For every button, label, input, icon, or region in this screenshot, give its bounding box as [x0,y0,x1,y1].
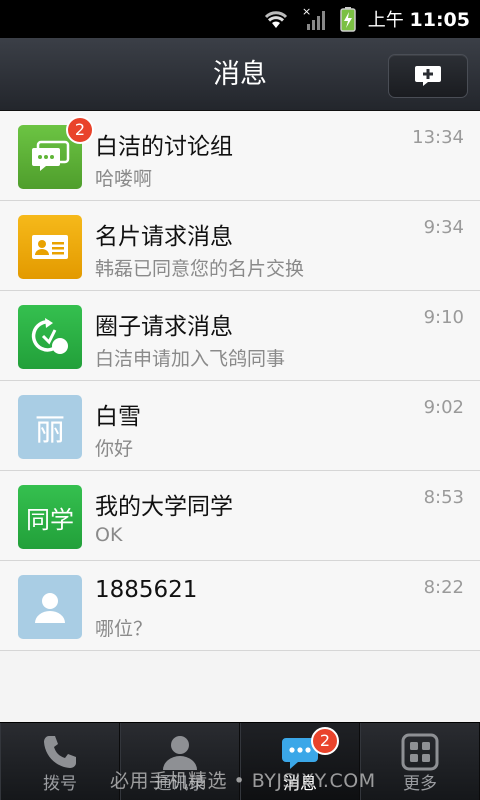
avatar-text: 同学 [26,505,74,534]
unread-badge: 2 [311,727,339,755]
conversation-preview: 韩磊已同意您的名片交换 [95,258,305,280]
tab-dialer[interactable]: 拨号 [0,723,120,800]
battery-charging-icon [340,7,356,32]
avatar [18,305,82,369]
conversation-preview: OK [95,524,123,546]
tab-label: 更多 [403,774,437,794]
bottom-tab-bar: 拨号 通讯录 2 消息 更多 [0,722,480,800]
tab-label: 消息 [283,774,317,794]
contacts-icon [163,736,197,770]
conversation-preview: 哈喽啊 [95,168,153,190]
conversation-row[interactable]: 圈子请求消息 白洁申请加入飞鸽同事 9:10 [0,291,480,381]
conversation-time: 8:22 [423,577,464,598]
conversation-time: 9:10 [423,307,464,328]
more-grid-icon [401,733,439,771]
conversation-name: 白洁的讨论组 [95,134,233,160]
tab-label: 通讯录 [154,774,206,794]
conversation-name: 1885621 [95,577,198,603]
tab-label: 拨号 [43,774,77,794]
conversation-row[interactable]: 1885621 哪位？ 8:22 [0,561,480,651]
avatar: 丽 [18,395,82,459]
conversation-name: 圈子请求消息 [95,314,233,340]
circle-request-icon [31,318,68,354]
conversation-preview: 哪位？ [95,618,153,640]
svg-text:×: × [302,6,311,18]
conversation-preview: 白洁申请加入飞鸽同事 [95,348,286,370]
conversation-time: 9:34 [423,217,464,238]
avatar-text: 丽 [35,413,65,448]
unread-badge: 2 [66,116,94,144]
avatar [18,575,82,639]
conversation-name: 白雪 [95,404,141,430]
list-empty-area [0,651,480,722]
discussion-group-icon [32,140,70,171]
signal-icon: × [302,6,325,30]
conversation-preview: 你好 [95,438,134,460]
tab-messages[interactable]: 2 消息 [240,723,360,800]
person-icon [35,593,65,623]
status-time: 上午 11:05 [367,9,470,31]
conversation-name: 我的大学同学 [95,494,233,520]
conversation-row[interactable]: 2 白洁的讨论组 哈喽啊 13:34 [0,111,480,201]
conversation-name: 名片请求消息 [95,224,233,250]
conversation-row[interactable]: 名片请求消息 韩磊已同意您的名片交换 9:34 [0,201,480,291]
business-card-icon [32,235,68,259]
tab-more[interactable]: 更多 [360,723,480,800]
conversation-row[interactable]: 同学 我的大学同学 OK 8:53 [0,471,480,561]
tab-contacts[interactable]: 通讯录 [120,723,240,800]
avatar: 同学 [18,485,82,549]
wifi-icon [264,11,287,28]
conversation-list: 2 白洁的讨论组 哈喽啊 13:34 名片请求消息 韩磊已同意您的名片交换 9:… [0,111,480,651]
conversation-time: 9:02 [423,397,464,418]
add-message-icon [415,66,441,86]
new-message-button[interactable] [388,54,468,98]
avatar: 2 [18,116,94,189]
status-bar: × 上午 11:05 [0,0,480,38]
avatar [18,215,82,279]
conversation-row[interactable]: 丽 白雪 你好 9:02 [0,381,480,471]
conversation-time: 8:53 [423,487,464,508]
title-bar: 消息 [0,38,480,111]
conversation-time: 13:34 [412,127,464,148]
phone-icon [44,736,76,768]
